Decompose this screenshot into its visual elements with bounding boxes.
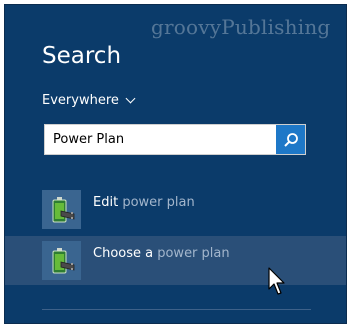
search-scope-label: Everywhere bbox=[42, 93, 119, 108]
chevron-down-icon bbox=[125, 93, 136, 103]
search-input[interactable] bbox=[45, 125, 276, 154]
result-label: Choose a power plan bbox=[93, 246, 230, 261]
search-scope-dropdown[interactable]: Everywhere bbox=[42, 93, 136, 108]
power-plan-battery-icon bbox=[42, 190, 81, 229]
search-box bbox=[44, 124, 306, 155]
result-choose-power-plan[interactable]: Choose a power plan bbox=[5, 236, 346, 285]
divider bbox=[42, 309, 311, 310]
result-edit-power-plan[interactable]: Edit power plan bbox=[5, 185, 346, 234]
watermark: groovyPublishing bbox=[151, 15, 331, 39]
search-icon bbox=[283, 132, 298, 147]
power-plan-battery-icon bbox=[42, 241, 81, 280]
mouse-cursor-icon bbox=[268, 267, 285, 295]
search-charm-panel: groovyPublishing Search Everywhere Power… bbox=[4, 4, 347, 324]
search-button[interactable] bbox=[276, 125, 305, 154]
result-label: Edit power plan bbox=[93, 195, 195, 210]
search-title: Search bbox=[42, 43, 122, 69]
